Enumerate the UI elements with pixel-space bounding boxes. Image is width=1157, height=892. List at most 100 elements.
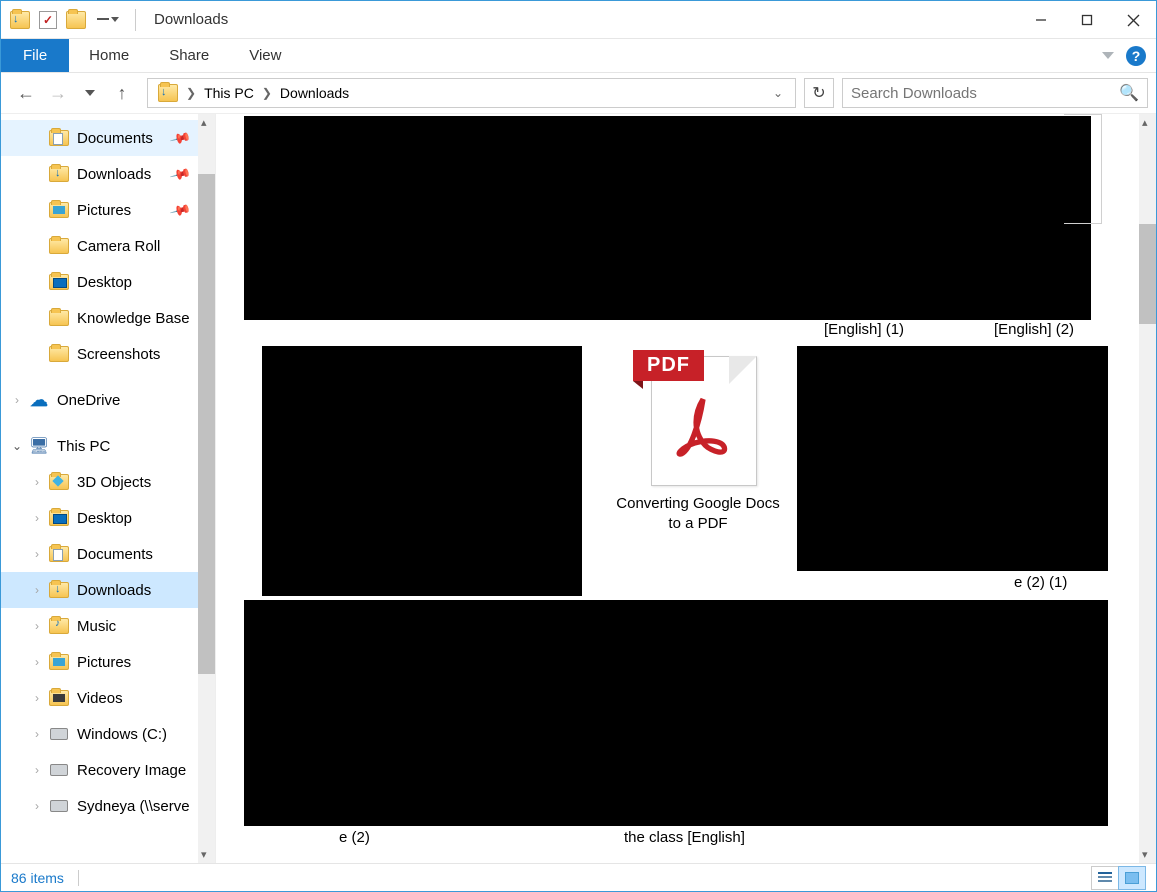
navigation-pane: Documents📌 Downloads📌 Pictures📌 Camera R… (1, 114, 216, 863)
large-icons-view-icon (1125, 872, 1139, 884)
onedrive-icon: ☁ (29, 390, 49, 410)
pdf-file-icon: PDF (633, 346, 763, 486)
nav-music[interactable]: ›Music (1, 608, 215, 644)
scrollbar-thumb[interactable] (1139, 224, 1156, 324)
nav-onedrive[interactable]: ›☁OneDrive (1, 382, 215, 418)
quickaccess-item-documents[interactable]: Documents📌 (1, 120, 215, 156)
search-input[interactable] (851, 85, 1119, 102)
file-label-partial: the class [English] (624, 829, 745, 846)
quickaccess-item-desktop[interactable]: Desktop (1, 264, 215, 300)
maximize-button[interactable] (1064, 1, 1110, 39)
status-bar: 86 items (1, 863, 1156, 891)
pdf-badge: PDF (633, 350, 704, 381)
scroll-down-icon[interactable]: ▾ (201, 848, 207, 861)
ribbon-collapse-icon[interactable] (1102, 52, 1114, 59)
redacted-content (262, 346, 582, 596)
breadcrumb-thispc[interactable]: This PC (200, 83, 258, 103)
address-bar[interactable]: ❯ This PC ❯ Downloads ⌄ (147, 78, 796, 108)
nav-networkdrive[interactable]: ›Sydneya (\\serve (1, 788, 215, 824)
quickaccess-item-knowledgebase[interactable]: Knowledge Base (1, 300, 215, 336)
location-icon (158, 84, 178, 102)
thispc-icon: 🖥 (29, 436, 49, 456)
scroll-up-icon[interactable]: ▴ (201, 116, 207, 129)
breadcrumb-downloads[interactable]: Downloads (276, 83, 353, 103)
titlebar-divider (135, 9, 136, 31)
nav-label: Camera Roll (77, 238, 160, 255)
nav-videos[interactable]: ›Videos (1, 680, 215, 716)
redacted-content (244, 116, 1091, 320)
breadcrumb-chevron[interactable]: ❯ (260, 86, 274, 100)
ribbon: File Home Share View ? (1, 39, 1156, 73)
file-label-partial: e (2) (1) (1014, 574, 1067, 591)
content-scrollbar[interactable]: ▴ ▾ (1139, 114, 1156, 863)
scroll-down-icon[interactable]: ▾ (1142, 848, 1148, 861)
search-icon[interactable]: 🔍 (1119, 83, 1139, 103)
navpane-scrollbar[interactable]: ▴ ▾ (198, 114, 215, 863)
help-button[interactable]: ? (1126, 46, 1146, 66)
nav-label: This PC (57, 438, 110, 455)
nav-label: Recovery Image (77, 762, 186, 779)
app-folder-icon[interactable] (9, 9, 31, 31)
scroll-up-icon[interactable]: ▴ (1142, 116, 1148, 129)
address-row: ← → ↑ ❯ This PC ❯ Downloads ⌄ ↻ 🔍 (1, 73, 1156, 113)
nav-label: Documents (77, 546, 153, 563)
address-history-dropdown[interactable]: ⌄ (767, 86, 789, 100)
qat-newfolder-icon[interactable] (65, 9, 87, 31)
nav-recovery[interactable]: ›Recovery Image (1, 752, 215, 788)
titlebar: Downloads (1, 1, 1156, 39)
minimize-button[interactable] (1018, 1, 1064, 39)
disk-icon (50, 728, 68, 740)
refresh-button[interactable]: ↻ (804, 78, 834, 108)
ribbon-tab-view[interactable]: View (229, 39, 301, 72)
forward-button[interactable]: → (45, 80, 71, 106)
search-box[interactable]: 🔍 (842, 78, 1148, 108)
nav-3dobjects[interactable]: ›3D Objects (1, 464, 215, 500)
quickaccess-item-cameraroll[interactable]: Camera Roll (1, 228, 215, 264)
nav-label: Music (77, 618, 116, 635)
up-button[interactable]: ↑ (109, 80, 135, 106)
back-button[interactable]: ← (13, 80, 39, 106)
file-item-pdf[interactable]: PDF Converting Google Docs to a PDF (608, 346, 788, 535)
close-button[interactable] (1110, 1, 1156, 39)
nav-label: Desktop (77, 274, 132, 291)
history-dropdown[interactable] (77, 80, 103, 106)
qat-properties-icon[interactable] (37, 9, 59, 31)
quickaccess-item-screenshots[interactable]: Screenshots (1, 336, 215, 372)
nav-desktop[interactable]: ›Desktop (1, 500, 215, 536)
ribbon-tab-file[interactable]: File (1, 39, 69, 72)
redacted-content (797, 346, 1108, 571)
nav-label: Windows (C:) (77, 726, 167, 743)
nav-label: Downloads (77, 166, 151, 183)
ribbon-tab-share[interactable]: Share (149, 39, 229, 72)
nav-windows-c[interactable]: ›Windows (C:) (1, 716, 215, 752)
view-details-button[interactable] (1091, 866, 1119, 890)
nav-downloads[interactable]: ›Downloads (1, 572, 215, 608)
nav-label: Pictures (77, 202, 131, 219)
nav-pictures[interactable]: ›Pictures (1, 644, 215, 680)
status-divider (78, 870, 79, 886)
file-label: Converting Google Docs to a PDF (608, 494, 788, 535)
file-list-pane: [English] (1) [English] (2) PDF Converti… (216, 114, 1156, 863)
qat-customize-dropdown[interactable] (93, 15, 123, 24)
quickaccess-item-downloads[interactable]: Downloads 📌 (1, 156, 215, 192)
breadcrumb-chevron[interactable]: ❯ (184, 86, 198, 100)
redacted-content (244, 600, 1108, 826)
disk-icon (50, 764, 68, 776)
nav-label: OneDrive (57, 392, 120, 409)
nav-thispc[interactable]: ⌄🖥This PC (1, 428, 215, 464)
ribbon-tab-home[interactable]: Home (69, 39, 149, 72)
file-label-partial: [English] (316, 574, 374, 591)
nav-documents[interactable]: ›Documents (1, 536, 215, 572)
quickaccess-item-pictures[interactable]: Pictures 📌 (1, 192, 215, 228)
nav-label: Downloads (77, 582, 151, 599)
status-item-count: 86 items (11, 870, 64, 886)
nav-label: Screenshots (77, 346, 160, 363)
window-title: Downloads (154, 11, 228, 28)
scrollbar-thumb[interactable] (198, 174, 215, 674)
pin-icon: 📌 (168, 162, 192, 185)
nav-label: Sydneya (\\serve (77, 798, 190, 815)
nav-label: Knowledge Base (77, 310, 190, 327)
pin-icon: 📌 (168, 126, 192, 149)
pin-icon: 📌 (168, 198, 192, 221)
view-large-icons-button[interactable] (1118, 866, 1146, 890)
